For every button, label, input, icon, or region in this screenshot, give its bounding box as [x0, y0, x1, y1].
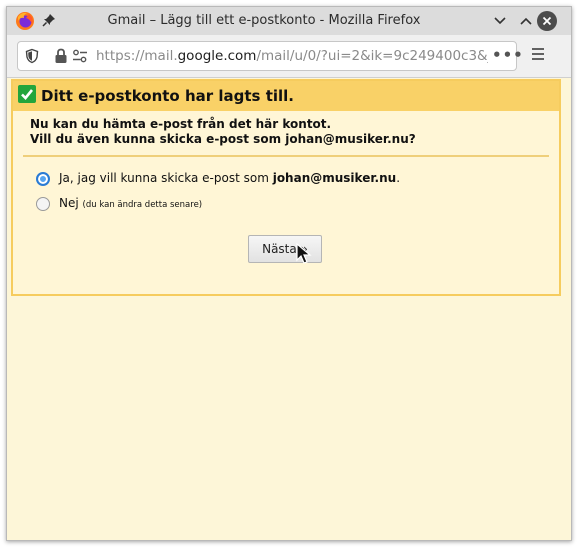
lock-icon[interactable]	[54, 48, 68, 64]
pin-icon[interactable]	[42, 13, 56, 27]
close-icon	[542, 16, 552, 26]
intro-text: Nu kan du hämta e-post från det här kont…	[30, 117, 416, 147]
firefox-logo-icon	[16, 12, 34, 30]
intro-line-2: Vill du även kunna skicka e-post som joh…	[30, 132, 416, 146]
divider	[23, 155, 549, 157]
minimize-button[interactable]	[490, 11, 510, 31]
option-yes-label[interactable]: Ja, jag vill kunna skicka e-post som joh…	[59, 171, 400, 185]
chevron-up-icon	[520, 17, 532, 25]
window-title: Gmail – Lägg till ett e-postkonto - Mozi…	[107, 13, 421, 28]
url-prefix: https://mail.	[96, 48, 178, 64]
panel-header: Ditt e-postkonto har lagts till.	[13, 81, 559, 111]
url-bar[interactable]: https://mail.google.com/mail/u/0/?ui=2&i…	[17, 41, 523, 71]
option-yes-suffix: .	[396, 171, 401, 185]
hamburger-menu-icon[interactable]	[531, 47, 545, 61]
option-yes-prefix: Ja, jag vill kunna skicka e-post som	[59, 171, 273, 185]
option-no-text: Nej	[59, 196, 79, 210]
intro-line-1: Nu kan du hämta e-post från det här kont…	[30, 117, 332, 131]
url-host: google.com	[177, 48, 257, 64]
title-bar: Gmail – Lägg till ett e-postkonto - Mozi…	[7, 7, 571, 35]
permissions-icon[interactable]	[72, 49, 88, 63]
url-text[interactable]: https://mail.google.com/mail/u/0/?ui=2&i…	[96, 48, 488, 64]
panel-heading: Ditt e-postkonto har lagts till.	[41, 87, 294, 105]
mouse-cursor-icon	[296, 243, 312, 264]
page-actions-button[interactable]: •••	[492, 46, 523, 66]
chevron-down-icon	[494, 17, 506, 25]
shield-icon[interactable]	[24, 48, 40, 64]
navigation-bar: https://mail.google.com/mail/u/0/?ui=2&i…	[7, 35, 571, 78]
checkmark-icon	[18, 85, 36, 103]
browser-window: Gmail – Lägg till ett e-postkonto - Mozi…	[6, 6, 572, 541]
account-added-panel: Ditt e-postkonto har lagts till. Nu kan …	[11, 79, 561, 296]
option-yes-email: johan@musiker.nu	[272, 171, 397, 185]
maximize-button[interactable]	[516, 11, 536, 31]
close-button[interactable]	[537, 11, 557, 31]
checkmark-glyph-icon	[21, 89, 34, 100]
radio-yes[interactable]	[36, 172, 50, 186]
radio-no[interactable]	[36, 197, 50, 211]
url-path: /mail/u/0/?ui=2&ik=9c249400c3&jsver=hg	[256, 48, 488, 64]
option-no-label[interactable]: Nej (du kan ändra detta senare)	[59, 196, 202, 210]
option-no-hint: (du kan ändra detta senare)	[82, 200, 203, 210]
page-content: Ditt e-postkonto har lagts till. Nu kan …	[7, 78, 571, 540]
